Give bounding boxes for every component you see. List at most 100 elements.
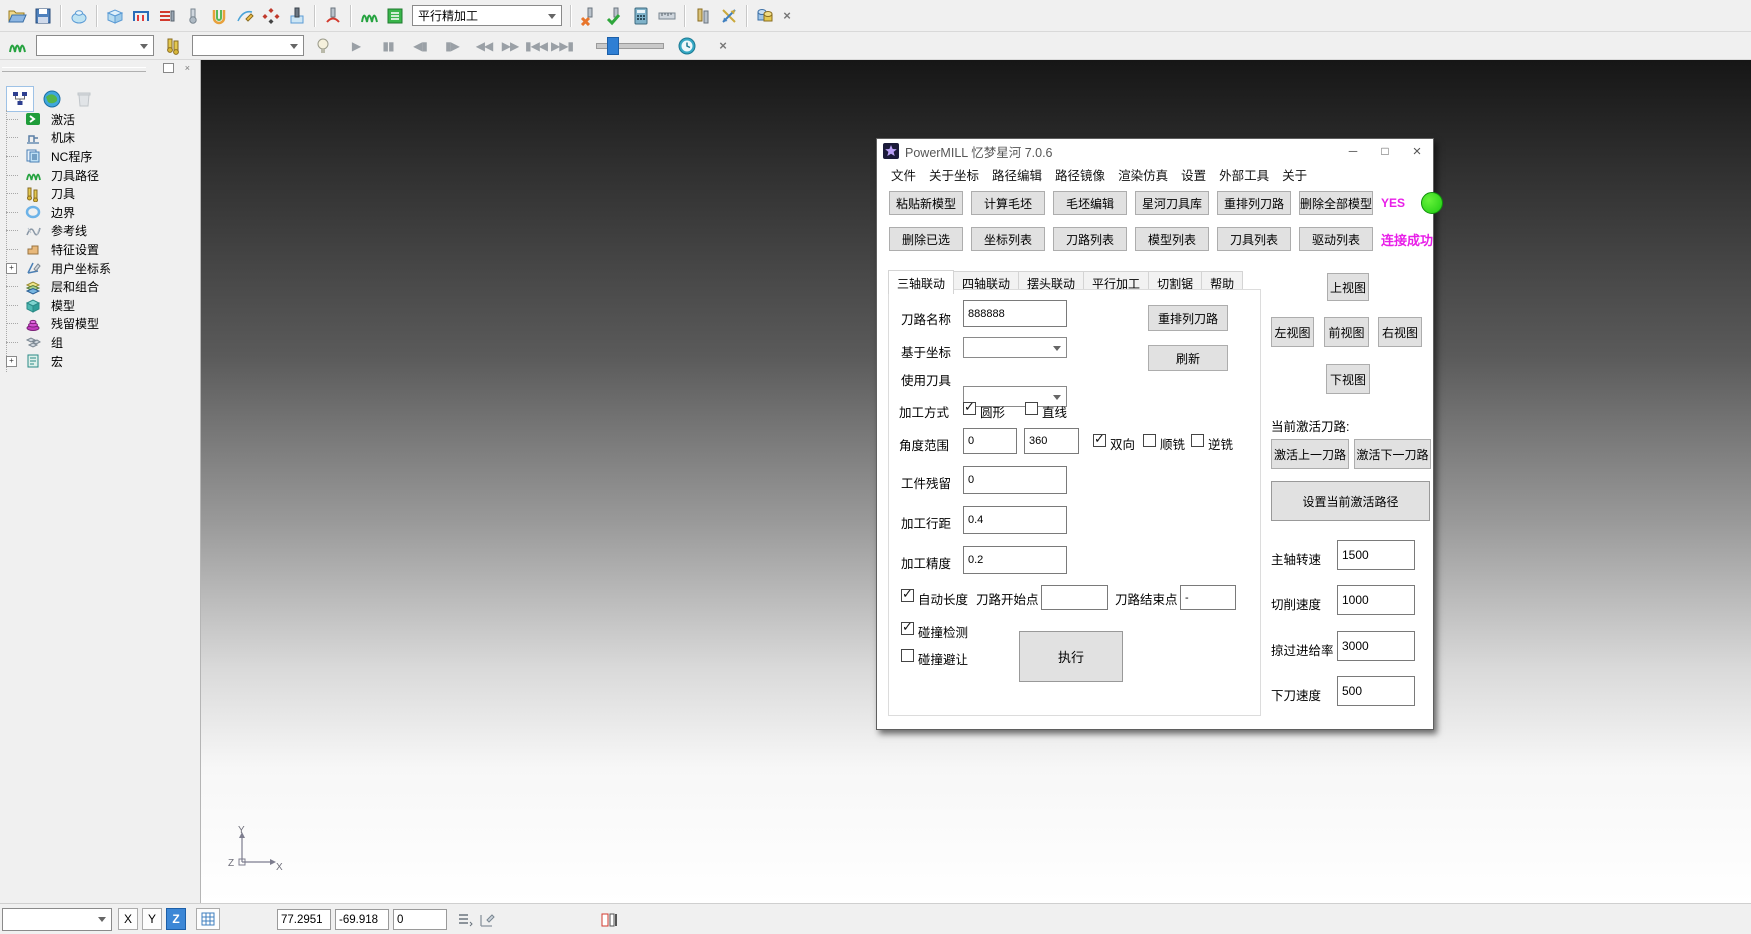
expand-plus-icon[interactable]: +: [6, 356, 17, 367]
delete-selected-button[interactable]: 删除已选: [889, 227, 963, 251]
search-back-icon[interactable]: ◀◀: [472, 34, 496, 58]
sim-speed-slider-handle[interactable]: [607, 37, 619, 55]
method-circle-checkbox[interactable]: [963, 402, 976, 415]
ruler-icon[interactable]: [654, 3, 680, 29]
clock-icon[interactable]: [674, 33, 700, 59]
minimize-button[interactable]: ─: [1337, 140, 1369, 162]
view-bottom-button[interactable]: 下视图: [1326, 364, 1370, 394]
angle-to-input[interactable]: [1024, 428, 1079, 454]
sim-speed-slider[interactable]: [596, 43, 664, 49]
rearrange-toolpaths-button[interactable]: 重排列刀路: [1217, 191, 1291, 215]
panel-float-icon[interactable]: [163, 63, 174, 73]
view-front-button[interactable]: 前视图: [1324, 317, 1369, 347]
axis-y-button[interactable]: Y: [142, 908, 162, 930]
toolbar-close-icon[interactable]: ×: [778, 7, 796, 25]
tool-list-button[interactable]: 刀具列表: [1217, 227, 1291, 251]
shade-teapot-icon[interactable]: [66, 3, 92, 29]
strategy-dropdown[interactable]: 平行精加工: [412, 5, 562, 26]
sim-toolpath-dropdown[interactable]: [36, 35, 154, 56]
stock-cylinders-icon[interactable]: [752, 3, 778, 29]
angle-from-input[interactable]: [963, 428, 1017, 454]
tool-delete-icon[interactable]: [576, 3, 602, 29]
explorer-trash-button[interactable]: [70, 86, 98, 112]
tool-block-icon[interactable]: [284, 3, 310, 29]
view-right-button[interactable]: 右视图: [1378, 317, 1422, 347]
sim-tool-dropdown[interactable]: [192, 35, 304, 56]
menu-path-mirror[interactable]: 路径镜像: [1055, 165, 1105, 184]
pause-icon[interactable]: ▮▮: [376, 34, 400, 58]
execute-button[interactable]: 执行: [1019, 631, 1123, 682]
coordinate-y-input[interactable]: [335, 909, 389, 930]
status-dropdown[interactable]: [2, 908, 112, 931]
view-top-button[interactable]: 上视图: [1327, 273, 1369, 301]
save-project-icon[interactable]: [30, 3, 56, 29]
search-forward-icon[interactable]: ▶▶: [498, 34, 522, 58]
model-list-button[interactable]: 模型列表: [1135, 227, 1209, 251]
menu-file[interactable]: 文件: [891, 165, 916, 184]
strategy-list-icon[interactable]: [382, 3, 408, 29]
panel-close-icon[interactable]: ×: [185, 63, 190, 73]
axis-z-button[interactable]: Z: [166, 908, 186, 930]
toolpath-list-button[interactable]: 刀路列表: [1053, 227, 1127, 251]
conventional-checkbox[interactable]: [1191, 434, 1204, 447]
spindle-speed-input[interactable]: [1337, 540, 1415, 570]
set-active-path-button[interactable]: 设置当前激活路径: [1271, 481, 1430, 521]
boundary-limit-icon[interactable]: [128, 3, 154, 29]
expand-plus-icon[interactable]: +: [6, 263, 17, 274]
ball-tool-icon[interactable]: [180, 3, 206, 29]
coordinate-z-input[interactable]: [393, 909, 447, 930]
auto-length-checkbox[interactable]: [901, 589, 914, 602]
cross-arrows-icon[interactable]: [716, 3, 742, 29]
tolerance-input[interactable]: [963, 546, 1067, 574]
climb-checkbox[interactable]: [1143, 434, 1156, 447]
toolbar-close-icon[interactable]: ×: [714, 37, 732, 55]
delete-all-models-button[interactable]: 删除全部模型: [1299, 191, 1373, 215]
paste-new-model-button[interactable]: 粘贴新模型: [889, 191, 963, 215]
coord-list-button[interactable]: 坐标列表: [971, 227, 1045, 251]
menu-about[interactable]: 关于: [1282, 165, 1307, 184]
base-coord-dropdown[interactable]: [963, 337, 1067, 358]
coordinate-x-input[interactable]: [277, 909, 331, 930]
menu-path-edit[interactable]: 路径编辑: [992, 165, 1042, 184]
tool-pair-icon[interactable]: [690, 3, 716, 29]
grid-toggle-button[interactable]: [196, 908, 220, 930]
stepover-input[interactable]: [963, 506, 1067, 534]
tool-verify-icon[interactable]: [602, 3, 628, 29]
toolpath-icon[interactable]: [356, 3, 382, 29]
lightbulb-icon[interactable]: [310, 33, 336, 59]
tree-item-macros[interactable]: +宏: [6, 352, 198, 371]
method-line-checkbox[interactable]: [1025, 402, 1038, 415]
collision-avoid-checkbox[interactable]: [901, 649, 914, 662]
skim-feed-input[interactable]: [1337, 631, 1415, 661]
axis-x-button[interactable]: X: [118, 908, 138, 930]
dialog-title-bar[interactable]: PowerMILL 忆梦星河 7.0.6 ─ □ ×: [877, 139, 1433, 163]
toolpath-name-input[interactable]: [963, 300, 1067, 327]
menu-external-tools[interactable]: 外部工具: [1219, 165, 1269, 184]
step-forward-icon[interactable]: ▮▶: [440, 34, 464, 58]
cutting-feed-input[interactable]: [1337, 585, 1415, 615]
curve-editor-icon[interactable]: [232, 3, 258, 29]
block-icon[interactable]: [102, 3, 128, 29]
play-icon[interactable]: ▶: [344, 34, 368, 58]
collision-detect-checkbox[interactable]: [901, 622, 914, 635]
rearrange-button[interactable]: 重排列刀路: [1148, 305, 1228, 331]
toolpath-end-input[interactable]: [1180, 585, 1236, 610]
go-to-start-icon[interactable]: ▮◀◀: [524, 34, 548, 58]
plunge-feed-input[interactable]: [1337, 676, 1415, 706]
activate-next-button[interactable]: 激活下一刀路: [1354, 439, 1431, 469]
maximize-button[interactable]: □: [1369, 140, 1401, 162]
points-pattern-icon[interactable]: [258, 3, 284, 29]
tool-library-button[interactable]: 星河刀具库: [1135, 191, 1209, 215]
bidirectional-checkbox[interactable]: [1093, 434, 1106, 447]
drive-list-button[interactable]: 驱动列表: [1299, 227, 1373, 251]
menu-settings[interactable]: 设置: [1181, 165, 1206, 184]
calc-block-button[interactable]: 计算毛坯: [971, 191, 1045, 215]
toolpath-start-input[interactable]: [1041, 585, 1108, 610]
toolpath-arc-icon[interactable]: [320, 3, 346, 29]
z-levels-icon[interactable]: [154, 3, 180, 29]
view-left-button[interactable]: 左视图: [1271, 317, 1314, 347]
menu-render-sim[interactable]: 渲染仿真: [1118, 165, 1168, 184]
activate-prev-button[interactable]: 激活上一刀路: [1271, 439, 1349, 469]
go-to-end-icon[interactable]: ▶▶▮: [550, 34, 574, 58]
open-project-icon[interactable]: [4, 3, 30, 29]
